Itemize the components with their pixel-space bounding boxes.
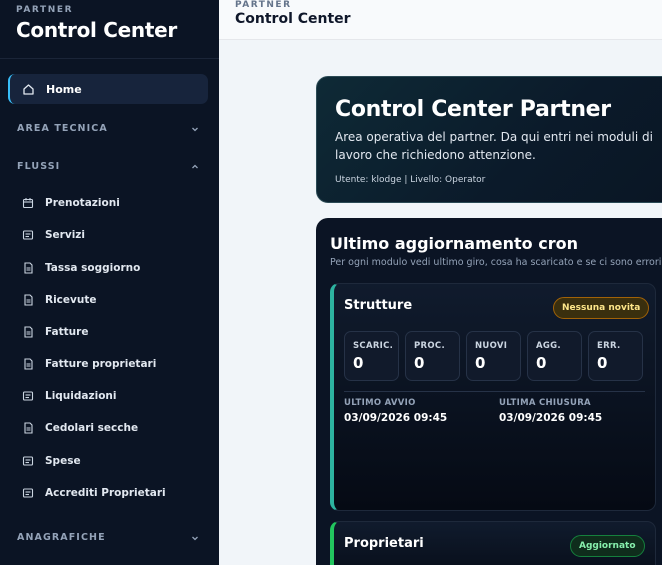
last-start-value: 03/09/2026 09:45 xyxy=(344,412,448,424)
sidebar-item-label: Liquidazioni xyxy=(45,390,117,402)
sidebar-item-label: Accrediti Proprietari xyxy=(45,487,166,499)
stat-label: ERR. xyxy=(597,341,621,351)
module-name: Proprietari xyxy=(344,536,424,551)
user-meta: Utente: klodge | Livello: Operator xyxy=(335,175,486,185)
sidebar-item-prenotazioni[interactable]: Prenotazioni xyxy=(22,194,212,212)
sidebar-item-label: Spese xyxy=(45,455,81,467)
sidebar-item-label: Prenotazioni xyxy=(45,197,120,209)
section-flussi[interactable]: FLUSSI xyxy=(17,161,199,172)
receipt-icon xyxy=(22,229,34,241)
receipt-icon xyxy=(22,487,34,499)
sidebar-item-fatture[interactable]: Fatture xyxy=(22,323,212,341)
hero-card: Control Center Partner Area operativa de… xyxy=(316,76,662,203)
page-title: Control Center xyxy=(235,11,351,27)
brand-kicker: PARTNER xyxy=(16,5,74,15)
document-icon xyxy=(22,326,34,338)
stat-value: 0 xyxy=(597,354,608,372)
header-kicker: PARTNER xyxy=(235,0,292,10)
document-icon xyxy=(22,262,34,274)
brand-title: Control Center xyxy=(16,18,177,42)
chevron-down-icon xyxy=(191,125,199,133)
receipt-icon xyxy=(22,455,34,467)
section-area-tecnica[interactable]: AREA TECNICA xyxy=(17,123,199,134)
stat-aggiornati: AGG. 0 xyxy=(527,331,582,381)
sidebar-item-label: Servizi xyxy=(45,229,86,241)
sidebar-item-label: Cedolari secche xyxy=(45,422,139,434)
chevron-up-icon xyxy=(191,163,199,171)
status-badge: Aggiornato xyxy=(570,535,645,557)
sidebar-item-tassa-soggiorno[interactable]: Tassa soggiorno xyxy=(22,259,212,277)
sidebar-item-cedolari-secche[interactable]: Cedolari secche xyxy=(22,419,212,437)
last-start: ULTIMO AVVIO 03/09/2026 09:45 xyxy=(344,398,447,424)
status-badge: Nessuna novita xyxy=(553,297,650,319)
stat-label: NUOVI xyxy=(475,341,508,351)
module-card-strutture: Strutture Nessuna novita SCARIC. 0 PROC.… xyxy=(330,283,656,511)
sidebar: PARTNER Control Center Home AREA TECNICA… xyxy=(0,0,219,565)
last-end-label: ULTIMA CHIUSURA xyxy=(499,398,591,408)
cron-subtitle: Per ogni modulo vedi ultimo giro, cosa h… xyxy=(330,257,662,268)
section-label: FLUSSI xyxy=(17,161,61,172)
stat-label: AGG. xyxy=(536,341,561,351)
sidebar-item-label: Tassa soggiorno xyxy=(45,262,141,274)
sidebar-item-servizi[interactable]: Servizi xyxy=(22,226,212,244)
module-card-proprietari: Proprietari Aggiornato xyxy=(330,521,656,565)
hero-title: Control Center Partner xyxy=(335,97,611,122)
document-icon xyxy=(22,358,34,370)
receipt-icon xyxy=(22,390,34,402)
stat-value: 0 xyxy=(414,354,425,372)
cron-title: Ultimo aggiornamento cron xyxy=(330,234,578,253)
sidebar-item-liquidazioni[interactable]: Liquidazioni xyxy=(22,387,212,405)
section-label: AREA TECNICA xyxy=(17,123,108,134)
stat-value: 0 xyxy=(475,354,486,372)
sidebar-item-label: Home xyxy=(46,82,82,96)
home-icon xyxy=(22,83,35,96)
stat-value: 0 xyxy=(353,354,364,372)
stat-label: SCARIC. xyxy=(353,341,394,351)
module-name: Strutture xyxy=(344,298,413,313)
top-header: PARTNER Control Center xyxy=(219,0,662,40)
document-icon xyxy=(22,294,34,306)
sidebar-item-home[interactable]: Home xyxy=(8,74,208,104)
stat-scaricati: SCARIC. 0 xyxy=(344,331,399,381)
cron-panel: Ultimo aggiornamento cron Per ogni modul… xyxy=(316,218,662,565)
hero-description: Area operativa del partner. Da qui entri… xyxy=(335,130,653,162)
sidebar-item-label: Fatture proprietari xyxy=(45,358,157,370)
stat-value: 0 xyxy=(536,354,547,372)
calendar-icon xyxy=(22,197,34,209)
stat-label: PROC. xyxy=(414,341,445,351)
stat-errori: ERR. 0 xyxy=(588,331,643,381)
section-label: ANAGRAFICHE xyxy=(17,532,106,543)
last-start-label: ULTIMO AVVIO xyxy=(344,398,416,408)
document-icon xyxy=(22,422,34,434)
last-end: ULTIMA CHIUSURA 03/09/2026 09:45 xyxy=(499,398,602,424)
sidebar-item-label: Fatture xyxy=(45,326,89,338)
sidebar-item-fatture-proprietari[interactable]: Fatture proprietari xyxy=(22,355,212,373)
sidebar-item-ricevute[interactable]: Ricevute xyxy=(22,291,212,309)
chevron-down-icon xyxy=(191,534,199,542)
section-anagrafiche[interactable]: ANAGRAFICHE xyxy=(17,532,199,543)
stat-nuovi: NUOVI 0 xyxy=(466,331,521,381)
sidebar-item-accrediti-proprietari[interactable]: Accrediti Proprietari xyxy=(22,484,212,502)
sidebar-item-label: Ricevute xyxy=(45,294,97,306)
last-end-value: 03/09/2026 09:45 xyxy=(499,412,603,424)
stat-processati: PROC. 0 xyxy=(405,331,460,381)
divider xyxy=(344,391,645,392)
brand: PARTNER Control Center xyxy=(0,0,219,59)
sidebar-item-spese[interactable]: Spese xyxy=(22,452,212,470)
